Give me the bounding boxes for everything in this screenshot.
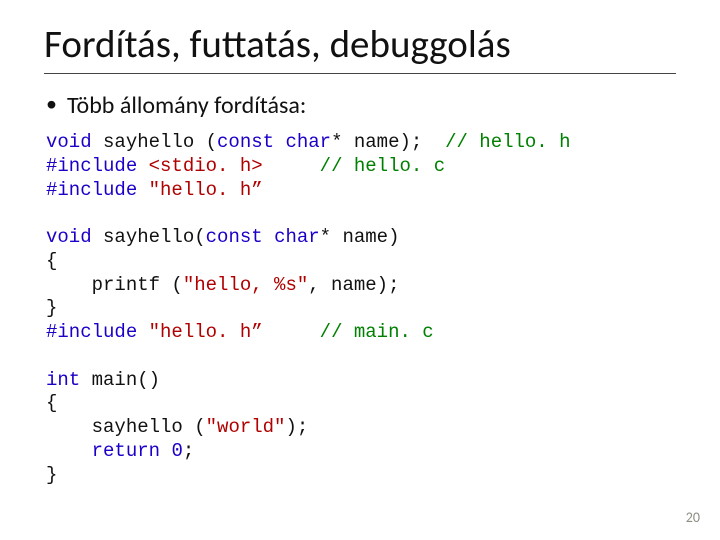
code-string: "hello. h” (149, 321, 263, 343)
code-kw: char (274, 226, 320, 248)
code-kw: const (206, 226, 263, 248)
code-text: ; (183, 440, 194, 462)
code-text: , name); (308, 274, 399, 296)
code-string: "hello. h” (149, 179, 263, 201)
code-text: } (46, 297, 57, 319)
code-text (274, 131, 285, 153)
code-text: sayhello ( (46, 416, 206, 438)
page-number: 20 (686, 509, 700, 526)
code-kw: const (217, 131, 274, 153)
code-kw: void (46, 131, 92, 153)
bullet-text: Több állomány fordítása: (67, 90, 306, 121)
code-text (263, 226, 274, 248)
code-text (137, 321, 148, 343)
code-comment: // hello. h (445, 131, 570, 153)
code-text: ); (285, 416, 308, 438)
code-string: "world" (206, 416, 286, 438)
code-string: "hello, %s" (183, 274, 308, 296)
code-kw: int (46, 369, 80, 391)
code-text (46, 440, 92, 462)
code-text (263, 321, 320, 343)
code-text: sayhello ( (92, 131, 217, 153)
code-text: * name) (320, 226, 400, 248)
code-kw: char (285, 131, 331, 153)
code-text: sayhello( (92, 226, 206, 248)
code-text: main() (80, 369, 160, 391)
code-directive: #include (46, 179, 137, 201)
code-text (263, 155, 320, 177)
code-comment: // hello. c (320, 155, 445, 177)
code-comment: // main. c (320, 321, 434, 343)
code-kw: void (46, 226, 92, 248)
slide-title: Fordítás, futtatás, debuggolás (44, 24, 676, 67)
slide: Fordítás, futtatás, debuggolás • Több ál… (0, 0, 720, 540)
code-text: printf ( (46, 274, 183, 296)
bullet-item: • Több állomány fordítása: (44, 90, 676, 121)
code-string: <stdio. h> (149, 155, 263, 177)
code-text: { (46, 250, 57, 272)
code-directive: #include (46, 321, 137, 343)
code-text (137, 155, 148, 177)
code-block: void sayhello (const char* name); // hel… (46, 131, 676, 487)
code-text (137, 179, 148, 201)
code-text: * name); (331, 131, 445, 153)
code-text (160, 440, 171, 462)
code-directive: #include (46, 155, 137, 177)
code-number: 0 (171, 440, 182, 462)
code-text: { (46, 392, 57, 414)
title-underline (44, 73, 676, 74)
bullet-dot-icon: • (46, 90, 57, 119)
code-text: } (46, 464, 57, 486)
code-kw: return (92, 440, 160, 462)
